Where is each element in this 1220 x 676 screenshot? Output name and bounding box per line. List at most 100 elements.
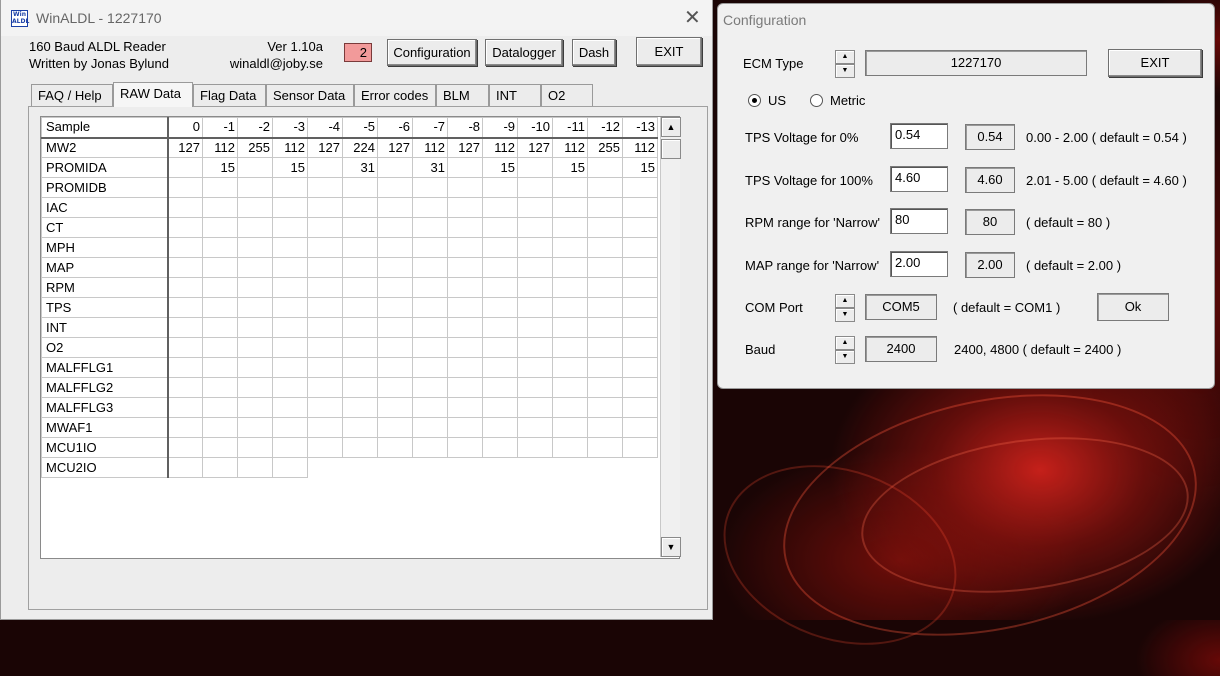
exit-button[interactable]: EXIT (636, 37, 702, 66)
config-window-title: Configuration (723, 12, 807, 28)
grid-column-header: -1 (202, 117, 238, 139)
grid-cell (237, 437, 273, 458)
grid-cell: 15 (622, 157, 658, 178)
grid-cell (412, 177, 448, 198)
grid-cell (482, 377, 518, 398)
map-range-label: MAP range for 'Narrow' (745, 258, 880, 273)
grid-row-header: MALFFLG1 (41, 357, 169, 378)
grid-cell (342, 277, 378, 298)
tps0-label: TPS Voltage for 0% (745, 130, 859, 145)
grid-cell (377, 237, 413, 258)
units-metric-radio[interactable] (810, 94, 823, 107)
spin-down-icon[interactable]: ▼ (835, 64, 855, 78)
grid-cell (517, 237, 553, 258)
grid-cell (167, 337, 203, 358)
map-range-input[interactable]: 2.00 (890, 251, 948, 277)
grid-cell (202, 177, 238, 198)
grid-cell (552, 357, 588, 378)
spin-up-icon[interactable]: ▲ (835, 50, 855, 64)
tps100-hint: 2.01 - 5.00 ( default = 4.60 ) (1026, 173, 1187, 188)
grid-cell (552, 437, 588, 458)
tab-blm[interactable]: BLM (436, 84, 489, 106)
spin-up-icon[interactable]: ▲ (835, 336, 855, 350)
baud-spinner[interactable]: ▲ ▼ (835, 336, 855, 364)
grid-cell (552, 257, 588, 278)
grid-cell (377, 157, 413, 178)
grid-cell (412, 197, 448, 218)
baud-label: Baud (745, 342, 776, 357)
table-row: CT (41, 217, 658, 238)
units-us-label: US (768, 93, 787, 108)
grid-column-header: 0 (167, 117, 203, 139)
configuration-button[interactable]: Configuration (387, 39, 477, 66)
tab-int[interactable]: INT (489, 84, 541, 106)
grid-cell (622, 357, 658, 378)
grid-row-header: O2 (41, 337, 169, 358)
rpm-range-input[interactable]: 80 (890, 208, 948, 234)
raw-data-grid[interactable]: Sample 0 -1 -2 -3 -4 -5 -6 -7 -8 -9 -10 -11 -12 -13 MW2… (40, 116, 680, 559)
tab-faq-help[interactable]: FAQ / Help (31, 84, 113, 106)
grid-cell: 127 (167, 137, 203, 158)
config-exit-button[interactable]: EXIT (1108, 49, 1202, 77)
grid-cell (272, 377, 308, 398)
grid-cell (517, 257, 553, 278)
com-port-spinner[interactable]: ▲ ▼ (835, 294, 855, 322)
spin-up-icon[interactable]: ▲ (835, 294, 855, 308)
grid-cell: 31 (412, 157, 448, 178)
scroll-down-icon[interactable]: ▼ (661, 537, 681, 557)
grid-cell (237, 177, 273, 198)
table-row: IAC (41, 197, 658, 218)
grid-cell (517, 217, 553, 238)
grid-cell (272, 217, 308, 238)
grid-cell (552, 297, 588, 318)
tab-error-codes[interactable]: Error codes (354, 84, 436, 106)
grid-cell (482, 297, 518, 318)
tps0-input[interactable]: 0.54 (890, 123, 948, 149)
dash-button[interactable]: Dash (572, 39, 616, 66)
scroll-up-icon[interactable]: ▲ (661, 117, 681, 137)
tab-sensor-data[interactable]: Sensor Data (266, 84, 354, 106)
app-email: winaldl@joby.se (229, 56, 323, 71)
grid-empty-area (622, 457, 658, 478)
tps100-input[interactable]: 4.60 (890, 166, 948, 192)
grid-cell (587, 257, 623, 278)
grid-cell (237, 457, 273, 478)
grid-column-header: -3 (272, 117, 308, 139)
grid-cell (517, 157, 553, 178)
grid-cell (412, 257, 448, 278)
grid-cell: 112 (412, 137, 448, 158)
grid-empty-area (342, 457, 378, 478)
grid-cell (202, 297, 238, 318)
grid-cell (307, 237, 343, 258)
grid-cell (447, 197, 483, 218)
tab-flag-data[interactable]: Flag Data (193, 84, 266, 106)
baud-hint: 2400, 4800 ( default = 2400 ) (954, 342, 1122, 357)
units-us-radio[interactable] (748, 94, 761, 107)
app-version: Ver 1.10a (267, 39, 323, 54)
main-titlebar[interactable]: Win ALDL WinALDL - 1227170 ✕ (1, 0, 712, 36)
spin-down-icon[interactable]: ▼ (835, 350, 855, 364)
ecm-type-spinner[interactable]: ▲ ▼ (835, 50, 855, 78)
grid-cell (377, 417, 413, 438)
grid-cell (307, 377, 343, 398)
spin-down-icon[interactable]: ▼ (835, 308, 855, 322)
close-icon[interactable]: ✕ (684, 7, 701, 27)
table-row: MPH (41, 237, 658, 258)
grid-cell (202, 277, 238, 298)
grid-cell (377, 297, 413, 318)
datalogger-button[interactable]: Datalogger (485, 39, 563, 66)
scrollbar-thumb[interactable] (661, 139, 681, 159)
table-row: PROMIDB (41, 177, 658, 198)
grid-cell: 15 (272, 157, 308, 178)
grid-cell (447, 277, 483, 298)
grid-cell (552, 397, 588, 418)
grid-column-header: -11 (552, 117, 588, 139)
grid-cell (202, 437, 238, 458)
grid-cell (202, 257, 238, 278)
grid-vertical-scrollbar[interactable]: ▲ ▼ (660, 117, 681, 557)
tab-raw-data[interactable]: RAW Data (113, 82, 193, 107)
grid-cell (447, 217, 483, 238)
grid-empty-area (482, 457, 518, 478)
grid-cell (517, 417, 553, 438)
tab-o2[interactable]: O2 (541, 84, 593, 106)
